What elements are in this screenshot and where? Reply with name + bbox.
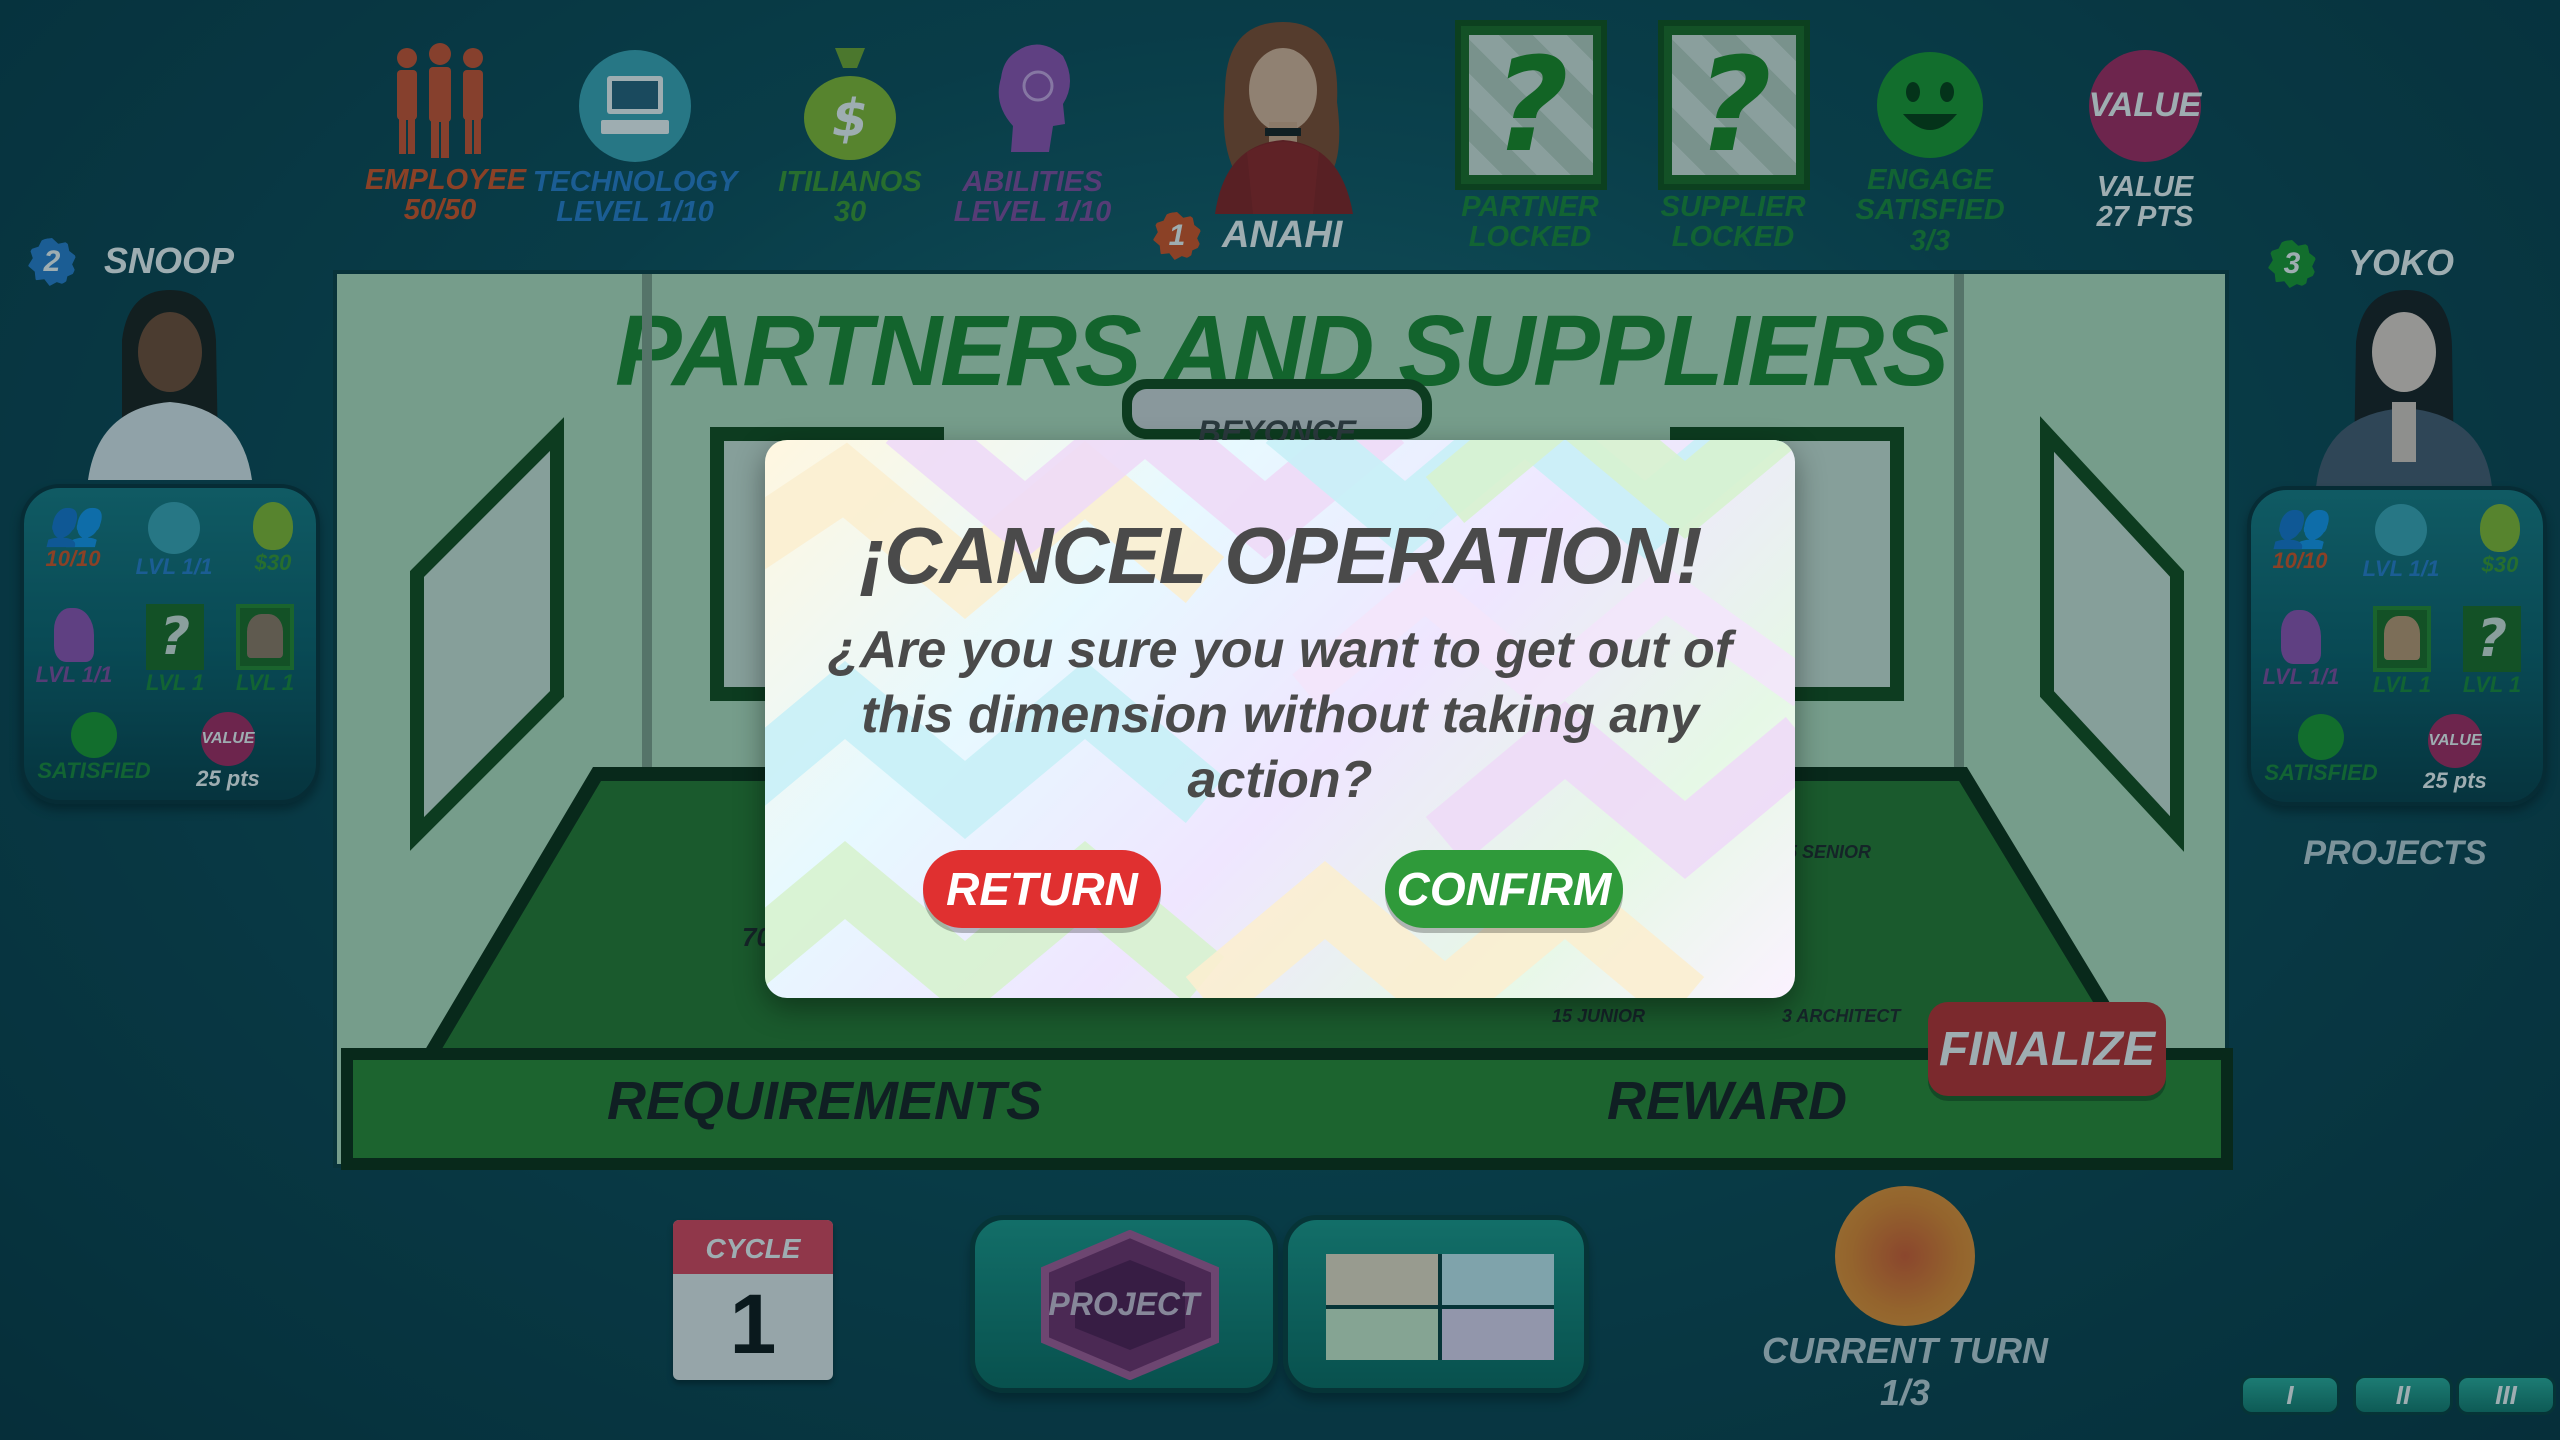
dialog-message: ¿Are you sure you want to get out of thi…	[827, 621, 1733, 809]
cancel-operation-dialog: ¡CANCEL OPERATION! ¿Are you sure you wan…	[765, 440, 1795, 998]
return-button[interactable]: RETURN	[923, 850, 1161, 928]
confirm-button[interactable]: CONFIRM	[1385, 850, 1623, 928]
dialog-title: ¡CANCEL OPERATION!	[859, 511, 1702, 600]
